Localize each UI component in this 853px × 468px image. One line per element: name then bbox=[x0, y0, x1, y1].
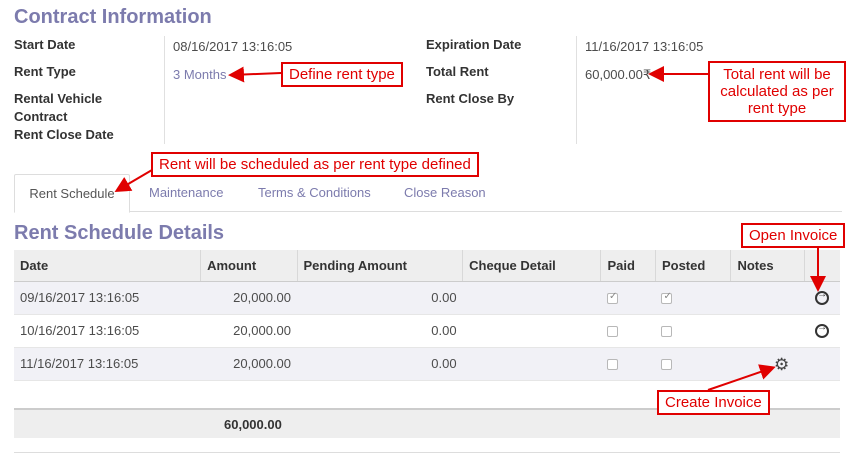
tab-rent-schedule[interactable]: Rent Schedule bbox=[14, 174, 130, 213]
table-row[interactable]: 10/16/2017 13:16:05 20,000.00 0.00 bbox=[14, 314, 840, 348]
paid-checkbox[interactable] bbox=[606, 359, 618, 371]
annotation-open-invoice: Open Invoice bbox=[741, 223, 846, 248]
row-date: 11/16/2017 13:16:05 bbox=[14, 347, 201, 381]
paid-checkbox[interactable] bbox=[606, 291, 618, 305]
row-notes bbox=[730, 281, 805, 315]
row-pending-amount: 0.00 bbox=[297, 314, 463, 348]
start-date-label: Start Date bbox=[14, 37, 76, 52]
column-header-paid[interactable]: Paid bbox=[600, 250, 656, 282]
tab-close-reason[interactable]: Close Reason bbox=[404, 174, 486, 212]
arrow-to-rent-type bbox=[228, 66, 282, 83]
total-rent-label: Total Rent bbox=[426, 64, 489, 79]
paid-checkbox[interactable] bbox=[606, 326, 618, 338]
posted-checkbox[interactable] bbox=[661, 291, 673, 305]
rent-close-by-label: Rent Close By bbox=[426, 91, 515, 106]
contract-info-title: Contract Information bbox=[14, 6, 212, 28]
row-paid bbox=[600, 347, 656, 381]
column-header-amount[interactable]: Amount bbox=[200, 250, 297, 282]
table-row[interactable]: 11/16/2017 13:16:05 20,000.00 0.00 bbox=[14, 347, 840, 381]
row-amount: 20,000.00 bbox=[200, 314, 297, 348]
annotation-define-rent-type: Define rent type bbox=[281, 62, 403, 87]
row-cheque-detail bbox=[462, 281, 601, 315]
table-header-row: Date Amount Pending Amount Cheque Detail… bbox=[14, 250, 840, 282]
annotation-total-rent: Total rent will be calculated as per ren… bbox=[708, 61, 846, 122]
rent-type-link[interactable]: 3 Months bbox=[173, 67, 226, 82]
tab-maintenance[interactable]: Maintenance bbox=[149, 174, 223, 212]
notebook-tabs: Rent Schedule Maintenance Terms & Condit… bbox=[14, 174, 842, 213]
rent-type-label: Rent Type bbox=[14, 64, 76, 79]
row-amount: 20,000.00 bbox=[200, 281, 297, 315]
row-pending-amount: 0.00 bbox=[297, 281, 463, 315]
expiration-date-label: Expiration Date bbox=[426, 37, 522, 52]
column-header-posted[interactable]: Posted bbox=[654, 250, 731, 282]
column-header-cheque-detail[interactable]: Cheque Detail bbox=[462, 250, 601, 282]
annotation-create-invoice: Create Invoice bbox=[657, 390, 770, 415]
rent-schedule-title: Rent Schedule Details bbox=[14, 222, 225, 244]
row-date: 10/16/2017 13:16:05 bbox=[14, 314, 201, 348]
row-paid bbox=[600, 314, 656, 348]
rental-vehicle-contract-label: Rental Vehicle Contract bbox=[14, 91, 103, 124]
open-invoice-icon[interactable] bbox=[815, 289, 830, 306]
column-header-pending-amount[interactable]: Pending Amount bbox=[296, 250, 463, 282]
row-notes bbox=[730, 314, 805, 348]
row-action bbox=[804, 347, 840, 381]
total-rent-value: 60,000.00₹ bbox=[585, 67, 652, 82]
row-notes bbox=[730, 347, 805, 381]
rent-schedule-table: Date Amount Pending Amount Cheque Detail… bbox=[14, 250, 840, 381]
divider bbox=[14, 452, 840, 453]
row-action bbox=[804, 281, 840, 315]
column-header-notes[interactable]: Notes bbox=[730, 250, 805, 282]
column-header-date[interactable]: Date bbox=[14, 250, 201, 282]
column-header-action bbox=[803, 250, 840, 282]
open-invoice-icon[interactable] bbox=[815, 322, 830, 339]
row-posted bbox=[655, 281, 731, 315]
row-paid bbox=[600, 281, 656, 315]
expiration-date-value: 11/16/2017 13:16:05 bbox=[585, 39, 704, 54]
row-cheque-detail bbox=[462, 314, 601, 348]
column-divider bbox=[164, 36, 165, 144]
column-divider bbox=[576, 36, 577, 144]
start-date-value: 08/16/2017 13:16:05 bbox=[173, 39, 293, 54]
tab-terms-conditions[interactable]: Terms & Conditions bbox=[258, 174, 371, 212]
row-amount: 20,000.00 bbox=[200, 347, 297, 381]
rent-close-date-label: Rent Close Date bbox=[14, 127, 114, 142]
amount-total: 60,000.00 bbox=[224, 417, 282, 432]
annotation-rent-schedule: Rent will be scheduled as per rent type … bbox=[151, 152, 479, 177]
row-pending-amount: 0.00 bbox=[297, 347, 463, 381]
create-invoice-gear-icon[interactable]: ⚙ bbox=[774, 356, 789, 373]
table-row[interactable]: 09/16/2017 13:16:05 20,000.00 0.00 bbox=[14, 281, 840, 315]
posted-checkbox[interactable] bbox=[661, 326, 673, 338]
row-date: 09/16/2017 13:16:05 bbox=[14, 281, 201, 315]
row-action bbox=[804, 314, 840, 348]
posted-checkbox[interactable] bbox=[661, 359, 673, 371]
row-posted bbox=[655, 314, 731, 348]
row-cheque-detail bbox=[462, 347, 601, 381]
row-posted bbox=[655, 347, 731, 381]
